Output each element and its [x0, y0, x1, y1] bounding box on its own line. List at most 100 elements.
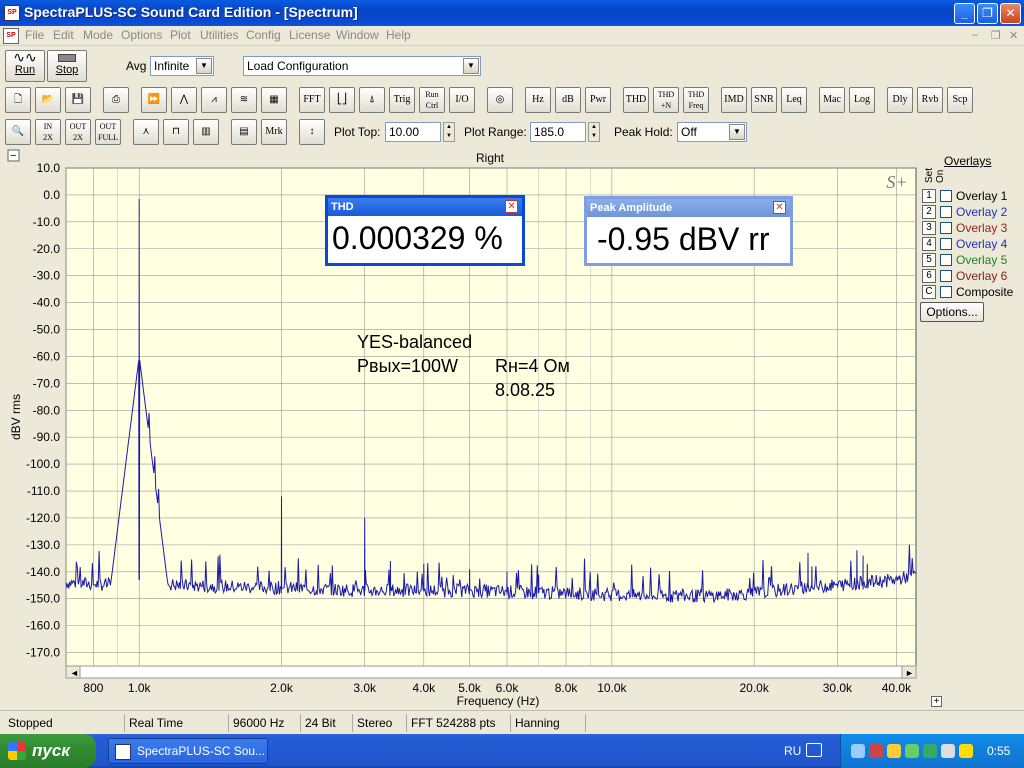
signal-generator-icon[interactable]: ◎: [487, 87, 513, 113]
menu-file[interactable]: File: [25, 28, 44, 42]
step-plot-icon[interactable]: ⊓: [163, 119, 189, 145]
db-button[interactable]: dB: [555, 87, 581, 113]
stop-button[interactable]: Stop: [47, 50, 87, 82]
fast-forward-icon[interactable]: ⏩: [141, 87, 167, 113]
menu-license[interactable]: License: [289, 28, 330, 42]
overlay-options-button[interactable]: Options...: [920, 302, 984, 322]
security-icon[interactable]: [869, 744, 883, 758]
zoom-in-2x-icon[interactable]: IN 2X: [35, 119, 61, 145]
plot-top-spinner[interactable]: ▲ ▼: [443, 122, 455, 142]
plot-range-input[interactable]: 185.0: [530, 122, 586, 142]
menu-plot[interactable]: Plot: [170, 28, 191, 42]
menu-options[interactable]: Options: [121, 28, 162, 42]
weighting-icon[interactable]: ⍋: [359, 87, 385, 113]
close-icon[interactable]: ✕: [505, 200, 518, 213]
mac-button[interactable]: Mac: [819, 87, 845, 113]
config-select[interactable]: Load Configuration ▼: [243, 56, 481, 76]
taskbar-app-item[interactable]: SpectraPLUS-SC Sou...: [108, 738, 268, 764]
mdi-close-icon[interactable]: ✕: [1009, 29, 1018, 42]
overlay-set-button[interactable]: C: [922, 285, 936, 299]
marker-button[interactable]: Mrk: [261, 119, 287, 145]
thd-meter-window[interactable]: THD ✕ 0.000329 %: [325, 195, 525, 266]
scp-button[interactable]: Scp: [947, 87, 973, 113]
zoom-out-2x-icon[interactable]: OUT 2X: [65, 119, 91, 145]
bar-plot-icon[interactable]: ▥: [193, 119, 219, 145]
pwr-button[interactable]: Pwr: [585, 87, 611, 113]
menu-config[interactable]: Config: [246, 28, 281, 42]
language-indicator[interactable]: RU: [784, 744, 801, 758]
overlay-checkbox[interactable]: [940, 286, 952, 298]
sawtooth-icon[interactable]: ⩘: [201, 87, 227, 113]
trig-button[interactable]: Trig: [389, 87, 415, 113]
thd-button[interactable]: THD: [623, 87, 649, 113]
start-button[interactable]: пуск: [0, 734, 96, 768]
overlay-set-button[interactable]: 4: [922, 237, 936, 251]
leq-button[interactable]: Leq: [781, 87, 807, 113]
table-icon[interactable]: ▤: [231, 119, 257, 145]
plot-range-spinner[interactable]: ▲ ▼: [588, 122, 600, 142]
overlay-set-button[interactable]: 1: [922, 189, 936, 203]
overlay-checkbox[interactable]: [940, 190, 952, 202]
snr-button[interactable]: SNR: [751, 87, 777, 113]
overlay-set-button[interactable]: 6: [922, 269, 936, 283]
document-icon[interactable]: SP: [3, 28, 19, 44]
spectrogram-icon[interactable]: ▦: [261, 87, 287, 113]
peak-meter-title[interactable]: Peak Amplitude ✕: [587, 199, 790, 217]
update-icon[interactable]: [905, 744, 919, 758]
peak-meter-window[interactable]: Peak Amplitude ✕ -0.95 dBV rr: [584, 196, 793, 266]
waterfall-icon[interactable]: ≋: [231, 87, 257, 113]
overlay-checkbox[interactable]: [940, 222, 952, 234]
expand-icon[interactable]: +: [931, 696, 942, 707]
menu-mode[interactable]: Mode: [83, 28, 113, 42]
dly-button[interactable]: Dly: [887, 87, 913, 113]
overlay-set-button[interactable]: 5: [922, 253, 936, 267]
title-bar[interactable]: SP SpectraPLUS-SC Sound Card Edition - […: [0, 0, 1024, 26]
overlay-checkbox[interactable]: [940, 254, 952, 266]
app-tray-icon[interactable]: [959, 744, 973, 758]
maximize-button[interactable]: ❐: [977, 3, 998, 24]
minimize-button[interactable]: _: [954, 3, 975, 24]
thd-meter-title[interactable]: THD ✕: [328, 198, 522, 216]
close-button[interactable]: ✕: [1000, 3, 1021, 24]
close-icon[interactable]: ✕: [773, 201, 786, 214]
menu-utilities[interactable]: Utilities: [200, 28, 239, 42]
hz-button[interactable]: Hz: [525, 87, 551, 113]
overlay-checkbox[interactable]: [940, 238, 952, 250]
vertical-scale-icon[interactable]: ↕: [299, 119, 325, 145]
fft-button[interactable]: FFT: [299, 87, 325, 113]
print-icon[interactable]: ⎙: [103, 87, 129, 113]
log-button[interactable]: Log: [849, 87, 875, 113]
mdi-restore-icon[interactable]: ❐: [991, 29, 1001, 42]
volume-icon[interactable]: [941, 744, 955, 758]
plot-top-input[interactable]: 10.00: [385, 122, 441, 142]
overlay-set-button[interactable]: 3: [922, 221, 936, 235]
audio-icon[interactable]: [887, 744, 901, 758]
menu-edit[interactable]: Edit: [53, 28, 74, 42]
thd-freq-button[interactable]: THD Freq: [683, 87, 709, 113]
spectrum-mode-icon[interactable]: ⋀: [171, 87, 197, 113]
overlay-checkbox[interactable]: [940, 206, 952, 218]
line-plot-icon[interactable]: ⋏: [133, 119, 159, 145]
run-ctrl-button[interactable]: Run Ctrl: [419, 87, 445, 113]
new-file-icon[interactable]: 🗋: [5, 87, 31, 113]
rvb-button[interactable]: Rvb: [917, 87, 943, 113]
overlay-set-button[interactable]: 2: [922, 205, 936, 219]
imd-button[interactable]: IMD: [721, 87, 747, 113]
horizontal-scrollbar[interactable]: [65, 665, 917, 679]
menu-help[interactable]: Help: [386, 28, 411, 42]
open-folder-icon[interactable]: 📂: [35, 87, 61, 113]
overlay-checkbox[interactable]: [940, 270, 952, 282]
averaging-icon[interactable]: ⎣⎦: [329, 87, 355, 113]
run-button[interactable]: ∿∿ Run: [5, 50, 45, 82]
io-button[interactable]: I/O: [449, 87, 475, 113]
antivirus-icon[interactable]: [923, 744, 937, 758]
peak-hold-select[interactable]: Off ▼: [677, 122, 747, 142]
avg-select[interactable]: Infinite ▼: [150, 56, 214, 76]
app-icon[interactable]: SP: [4, 5, 20, 21]
save-icon[interactable]: 💾: [65, 87, 91, 113]
keyboard-icon[interactable]: [806, 743, 822, 757]
menu-window[interactable]: Window: [336, 28, 379, 42]
mdi-minimize-icon[interactable]: –: [972, 29, 978, 41]
zoom-out-full-icon[interactable]: OUT FULL: [95, 119, 121, 145]
network-icon[interactable]: [851, 744, 865, 758]
